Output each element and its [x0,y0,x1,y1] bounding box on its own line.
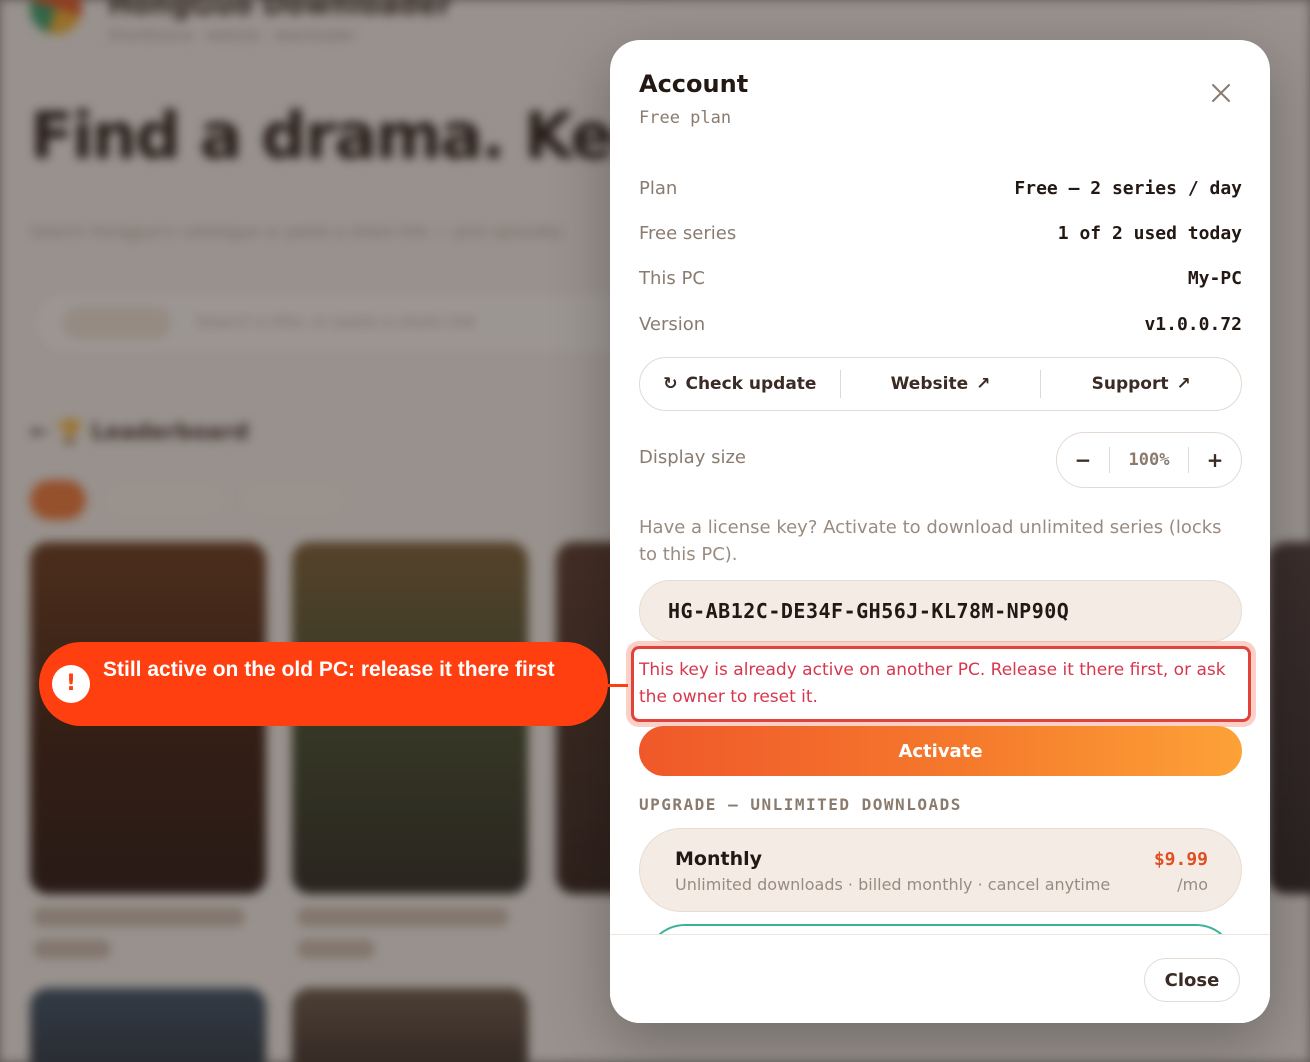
external-link-icon: ↗ [1176,374,1191,394]
warning-icon: ! [52,665,90,703]
this-pc-label: This PC [639,267,705,289]
dialog-footer: Close [610,934,1270,1023]
free-series-value: 1 of 2 used today [1057,222,1242,244]
version-label: Version [639,313,706,335]
plan-period: /mo [1177,875,1208,894]
zoom-in-button[interactable]: + [1189,448,1241,472]
plan-name: Monthly [675,848,762,870]
plan-row: Plan Free — 2 series / day [639,173,1242,203]
website-link[interactable]: Website ↗ [841,358,1041,410]
warning-callout: ! Still active on the old PC: release it… [39,642,608,726]
external-link-icon: ↗ [976,374,991,394]
close-icon[interactable] [1206,78,1236,108]
this-pc-value: My-PC [1187,267,1242,289]
dialog-subtitle: Free plan [639,108,732,128]
plan-value: Free — 2 series / day [1014,177,1242,199]
callout-text: Still active on the old PC: release it t… [103,658,555,681]
refresh-icon: ↻ [663,374,678,394]
display-size-value: 100% [1128,450,1170,470]
callout-connector [608,684,628,687]
plan-price: $9.99 [1153,849,1208,870]
license-help-text: Have a license key? Activate to download… [639,517,1222,565]
this-pc-row: This PC My-PC [639,263,1242,293]
close-button[interactable]: Close [1144,958,1240,1002]
version-value: v1.0.0.72 [1144,313,1242,335]
plan-description: Unlimited downloads · billed monthly · c… [675,875,1111,894]
activate-button[interactable]: Activate [639,726,1242,776]
account-dialog: Account Free plan Plan Free — 2 series /… [610,40,1270,1023]
website-label: Website [890,374,969,394]
version-row: Version v1.0.0.72 [639,309,1242,339]
display-size-label: Display size [639,447,746,468]
display-size-stepper: − 100% + [1056,432,1242,488]
check-update-label: Check update [685,374,817,394]
free-series-row: Free series 1 of 2 used today [639,218,1242,248]
zoom-out-button[interactable]: − [1057,448,1109,472]
license-error-message: This key is already active on another PC… [639,660,1226,707]
check-update-button[interactable]: ↻ Check update [640,358,840,410]
account-actions: ↻ Check update Website ↗ Support ↗ [639,357,1242,411]
plan-label: Plan [639,177,678,199]
support-label: Support [1091,374,1169,394]
support-link[interactable]: Support ↗ [1041,358,1241,410]
upgrade-header: UPGRADE — UNLIMITED DOWNLOADS [639,795,962,814]
license-key-input[interactable] [639,580,1242,642]
plan-option-monthly[interactable]: Monthly Unlimited downloads · billed mon… [639,828,1242,912]
free-series-label: Free series [639,222,737,244]
dialog-title: Account [639,70,749,98]
